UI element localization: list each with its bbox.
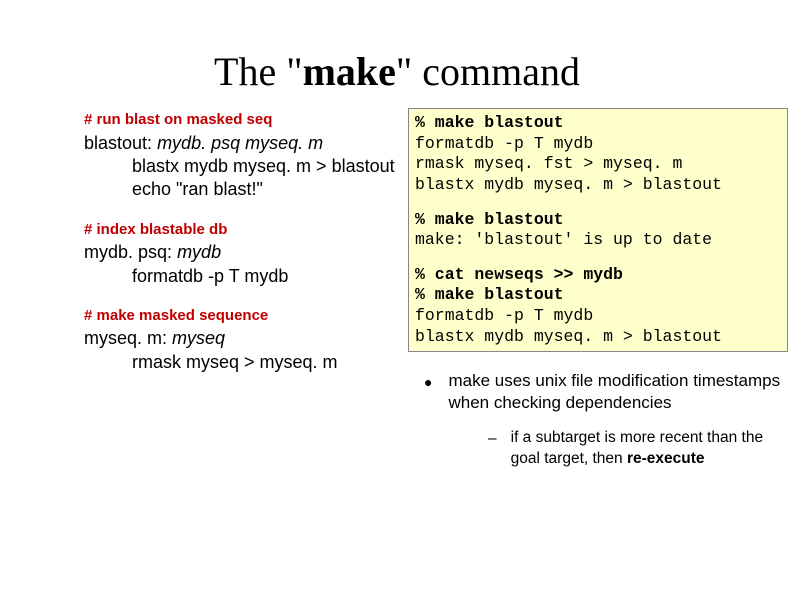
target-2-recipe-1: formatdb -p T mydb <box>84 265 404 288</box>
slide: The "make" command # run blast on masked… <box>0 0 794 595</box>
bullets: ● make uses unix file modification times… <box>408 370 788 468</box>
target-3-dep: myseq <box>172 328 225 348</box>
target-3-recipe-1: rmask myseq > myseq. m <box>84 351 404 374</box>
term-line-9: formatdb -p T mydb <box>415 306 593 325</box>
bullet-1-text: make uses unix file modification timesta… <box>448 370 788 414</box>
right-column: % make blastout formatdb -p T mydb rmask… <box>408 108 788 469</box>
comment-3: # make masked sequence <box>84 306 404 326</box>
bullet-2-text: if a subtarget is more recent than the g… <box>511 428 788 468</box>
target-2: mydb. psq: mydb <box>84 241 404 264</box>
title-pre: The " <box>214 49 303 94</box>
target-1-recipe-2: echo "ran blast!" <box>84 178 404 201</box>
term-line-6: make: 'blastout' is up to date <box>415 230 712 249</box>
makefile-block: # run blast on masked seq blastout: mydb… <box>84 104 404 374</box>
term-line-7: % cat newseqs >> mydb <box>415 265 623 284</box>
target-1-name: blastout: <box>84 133 152 153</box>
slide-title: The "make" command <box>0 48 794 95</box>
term-gap-2 <box>415 251 781 265</box>
term-line-3: rmask myseq. fst > myseq. m <box>415 154 682 173</box>
target-1-dep1: mydb. psq <box>157 133 240 153</box>
comment-2: # index blastable db <box>84 220 404 240</box>
comment-1: # run blast on masked seq <box>84 110 404 130</box>
target-3-name: myseq. m: <box>84 328 167 348</box>
term-line-4: blastx mydb myseq. m > blastout <box>415 175 722 194</box>
term-line-1: % make blastout <box>415 113 564 132</box>
target-1: blastout: mydb. psq myseq. m <box>84 132 404 155</box>
target-1-recipe-1: blastx mydb myseq. m > blastout <box>84 155 404 178</box>
terminal-block: % make blastout formatdb -p T mydb rmask… <box>408 108 788 352</box>
target-1-dep2: myseq. m <box>245 133 323 153</box>
bullet-2: – if a subtarget is more recent than the… <box>408 428 788 468</box>
target-2-name: mydb. psq: <box>84 242 172 262</box>
target-2-dep: mydb <box>177 242 221 262</box>
bullet-2-bold: re-execute <box>627 450 705 467</box>
term-line-5: % make blastout <box>415 210 564 229</box>
bullet-dash-icon: – <box>488 428 497 468</box>
term-line-8: % make blastout <box>415 285 564 304</box>
term-line-2: formatdb -p T mydb <box>415 134 593 153</box>
term-gap-1 <box>415 196 781 210</box>
title-post: " command <box>396 49 580 94</box>
term-line-10: blastx mydb myseq. m > blastout <box>415 327 722 346</box>
title-bold: make <box>303 49 396 94</box>
bullet-1: ● make uses unix file modification times… <box>408 370 788 414</box>
bullet-dot-icon: ● <box>408 370 432 414</box>
target-3: myseq. m: myseq <box>84 327 404 350</box>
